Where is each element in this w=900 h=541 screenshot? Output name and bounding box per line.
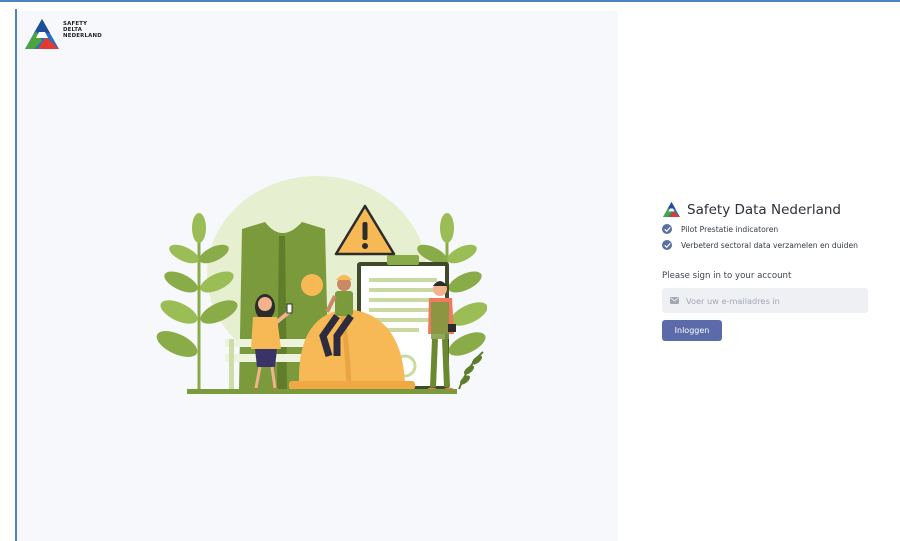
feature-text: Verbeterd sectoral data verzamelen en du… — [681, 240, 858, 250]
illustration-pane: SAFETY DELTA NEDERLAND — [17, 11, 618, 541]
ground — [187, 389, 457, 394]
login-button[interactable]: Inloggen — [662, 320, 722, 341]
check-circle-icon — [662, 224, 672, 234]
safety-illustration — [156, 176, 487, 394]
email-field[interactable] — [662, 288, 868, 313]
logo-wordmark: SAFETY DELTA NEDERLAND — [63, 21, 102, 39]
email-input[interactable] — [686, 295, 866, 306]
logo-line-3: NEDERLAND — [63, 33, 102, 39]
feature-item: Pilot Prestatie indicatoren — [662, 224, 892, 234]
app-title: Safety Data Nederland — [687, 201, 841, 218]
feature-item: Verbeterd sectoral data verzamelen en du… — [662, 240, 892, 250]
mail-icon — [670, 297, 679, 304]
fern — [458, 351, 484, 390]
safety-delta-logo: SAFETY DELTA NEDERLAND — [24, 17, 102, 51]
brand-header: Safety Data Nederland — [662, 201, 892, 218]
check-circle-icon — [662, 240, 672, 250]
feature-text: Pilot Prestatie indicatoren — [681, 224, 779, 234]
safety-delta-triangle-icon — [25, 19, 59, 49]
safety-delta-triangle-icon — [663, 202, 680, 217]
login-panel: Safety Data Nederland Pilot Prestatie in… — [662, 201, 892, 341]
login-pane: Safety Data Nederland Pilot Prestatie in… — [618, 11, 900, 541]
signin-heading: Please sign in to your account — [662, 271, 792, 281]
